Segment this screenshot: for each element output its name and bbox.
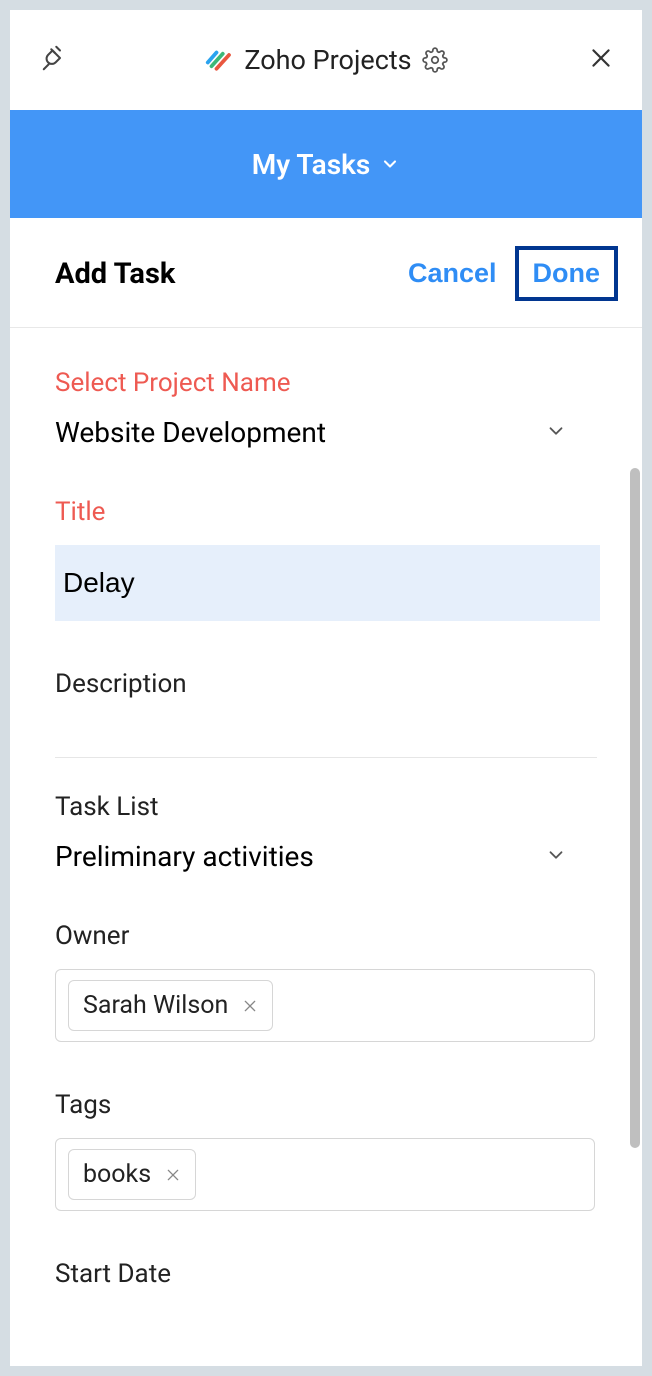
- tags-field: Tags books: [55, 1090, 597, 1211]
- startdate-label: Start Date: [55, 1259, 597, 1289]
- page-title: Add Task: [55, 257, 175, 291]
- app-logo-icon: [204, 45, 234, 75]
- tasklist-select[interactable]: Preliminary activities: [55, 840, 597, 873]
- remove-chip-icon[interactable]: [165, 1167, 181, 1183]
- form-actions: Cancel Done: [408, 246, 618, 301]
- remove-chip-icon[interactable]: [242, 998, 258, 1014]
- owner-input[interactable]: Sarah Wilson: [55, 969, 595, 1042]
- done-button[interactable]: Done: [515, 246, 619, 301]
- project-label: Select Project Name: [55, 368, 597, 398]
- owner-chip-text: Sarah Wilson: [83, 991, 228, 1020]
- form-body: Select Project Name Website Development …: [10, 328, 642, 1366]
- description-label: Description: [55, 669, 597, 758]
- title-label: Title: [55, 497, 597, 527]
- owner-label: Owner: [55, 921, 597, 951]
- view-switcher[interactable]: My Tasks: [10, 110, 642, 218]
- close-icon[interactable]: [588, 45, 614, 75]
- tasklist-value: Preliminary activities: [55, 840, 314, 873]
- app-title: Zoho Projects: [244, 44, 411, 76]
- app-title-group: Zoho Projects: [204, 44, 447, 76]
- tasklist-label: Task List: [55, 792, 597, 822]
- tag-chip: books: [68, 1149, 196, 1200]
- description-field[interactable]: Description: [55, 669, 597, 758]
- gear-icon[interactable]: [422, 47, 448, 73]
- form-header: Add Task Cancel Done: [10, 218, 642, 328]
- project-select[interactable]: Website Development: [55, 416, 597, 449]
- side-panel: Zoho Projects My Tasks Add Task: [10, 10, 642, 1366]
- tag-chip-text: books: [83, 1160, 151, 1189]
- owner-field: Owner Sarah Wilson: [55, 921, 597, 1042]
- title-input[interactable]: [55, 545, 600, 621]
- tasklist-field: Task List Preliminary activities: [55, 792, 597, 873]
- owner-chip: Sarah Wilson: [68, 980, 273, 1031]
- plug-icon[interactable]: [40, 43, 70, 77]
- chevron-down-icon: [545, 844, 567, 870]
- scrollbar[interactable]: [630, 468, 640, 1148]
- project-field: Select Project Name Website Development: [55, 368, 597, 449]
- tags-label: Tags: [55, 1090, 597, 1120]
- title-field: Title: [55, 497, 597, 621]
- view-switcher-label: My Tasks: [252, 148, 371, 181]
- startdate-field: Start Date: [55, 1259, 597, 1289]
- tags-input[interactable]: books: [55, 1138, 595, 1211]
- extension-header: Zoho Projects: [10, 10, 642, 110]
- cancel-button[interactable]: Cancel: [408, 258, 497, 289]
- chevron-down-icon: [380, 154, 400, 174]
- project-value: Website Development: [55, 416, 326, 449]
- chevron-down-icon: [545, 420, 567, 446]
